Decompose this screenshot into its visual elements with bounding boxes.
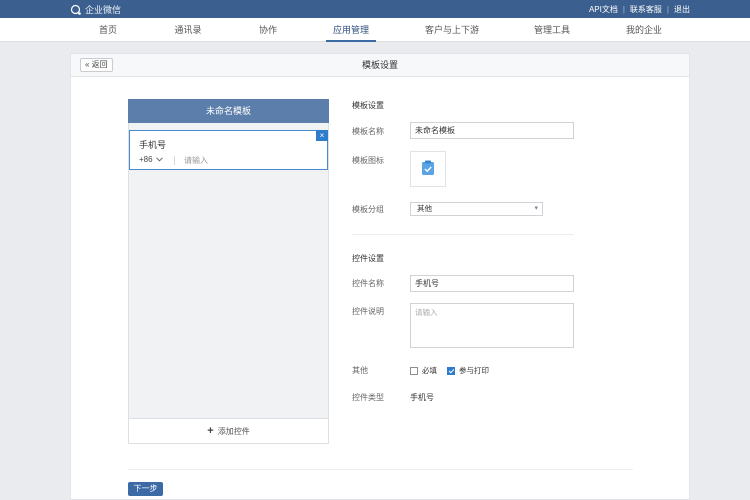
brand-name: 企业微信 bbox=[85, 5, 122, 15]
brand[interactable]: 企业微信 bbox=[70, 3, 121, 16]
country-code-select[interactable]: +86 bbox=[139, 155, 163, 164]
add-control-button[interactable]: + 添加控件 bbox=[128, 418, 329, 444]
country-code: +86 bbox=[139, 155, 153, 164]
template-group-value: 其他 bbox=[417, 204, 432, 213]
print-checkbox[interactable]: 参与打印 bbox=[447, 365, 489, 376]
page-title: 模板设置 bbox=[361, 60, 398, 70]
template-icon-picker[interactable] bbox=[410, 151, 446, 187]
logout-link[interactable]: 退出 bbox=[674, 4, 690, 15]
top-bar: 企业微信 API文档 | 联系客服 | 退出 bbox=[0, 0, 750, 18]
template-name-input[interactable]: 未命名模板 bbox=[410, 122, 574, 139]
add-control-label: 添加控件 bbox=[217, 426, 250, 436]
main-nav: 首页 通讯录 协作 应用管理 客户与上下游 管理工具 我的企业 bbox=[0, 18, 750, 42]
nav-collaboration[interactable]: 协作 bbox=[250, 18, 286, 42]
wecom-logo-icon bbox=[70, 4, 82, 16]
print-label: 参与打印 bbox=[459, 366, 489, 375]
template-settings-title: 模板设置 bbox=[352, 101, 384, 110]
api-docs-link[interactable]: API文档 bbox=[589, 4, 618, 15]
control-settings-title: 控件设置 bbox=[352, 254, 384, 263]
required-checkbox[interactable]: 必填 bbox=[410, 365, 437, 376]
contact-support-link[interactable]: 联系客服 bbox=[630, 4, 662, 15]
preview-header: 未命名模板 bbox=[128, 99, 329, 123]
divider bbox=[352, 234, 574, 235]
chevron-down-icon bbox=[155, 155, 163, 164]
remove-control-button[interactable]: × bbox=[316, 130, 328, 141]
template-group-label: 模板分组 bbox=[352, 205, 384, 214]
template-icon-label: 模板图标 bbox=[352, 156, 384, 165]
control-name-input[interactable]: 手机号 bbox=[410, 275, 574, 292]
control-description-label: 控件说明 bbox=[352, 307, 384, 316]
divider bbox=[174, 156, 175, 165]
separator: | bbox=[622, 5, 625, 14]
control-type-label: 控件类型 bbox=[352, 393, 384, 402]
nav-contacts[interactable]: 通讯录 bbox=[170, 18, 206, 42]
phone-control-card[interactable]: × 手机号 +86 请输入 bbox=[129, 130, 328, 170]
checkbox-checked-icon bbox=[447, 366, 455, 375]
nav-home[interactable]: 首页 bbox=[90, 18, 126, 42]
template-preview: 未命名模板 × 手机号 +86 请输入 bbox=[128, 99, 329, 444]
top-links: API文档 | 联系客服 | 退出 bbox=[589, 4, 690, 15]
phone-input-placeholder: 请输入 bbox=[184, 156, 208, 165]
control-description-textarea[interactable]: 请输入 bbox=[410, 303, 574, 348]
control-label: 手机号 bbox=[139, 140, 167, 150]
card-header: 模板设置 « 返回 bbox=[71, 54, 689, 77]
template-name-label: 模板名称 bbox=[352, 127, 384, 136]
required-label: 必填 bbox=[422, 366, 437, 375]
nav-app-management[interactable]: 应用管理 bbox=[326, 18, 376, 42]
nav-customers-partners[interactable]: 客户与上下游 bbox=[422, 18, 482, 42]
separator: | bbox=[666, 5, 669, 14]
control-type-value: 手机号 bbox=[410, 393, 434, 402]
other-label: 其他 bbox=[352, 366, 368, 375]
clipboard-check-icon bbox=[421, 160, 435, 178]
plus-icon: + bbox=[207, 425, 214, 437]
divider bbox=[128, 469, 633, 470]
nav-management-tools[interactable]: 管理工具 bbox=[530, 18, 574, 42]
dropdown-arrow-icon: ▾ bbox=[534, 205, 538, 212]
checkbox-unchecked bbox=[410, 366, 418, 375]
template-settings-card: 模板设置 « 返回 未命名模板 × 手机号 +86 请输入 + 添加控件 模板设… bbox=[70, 53, 690, 500]
nav-my-enterprise[interactable]: 我的企业 bbox=[622, 18, 666, 42]
template-group-select[interactable]: 其他 ▾ bbox=[410, 202, 543, 216]
control-name-label: 控件名称 bbox=[352, 279, 384, 288]
back-button[interactable]: « 返回 bbox=[80, 58, 113, 72]
next-step-button[interactable]: 下一步 bbox=[128, 482, 163, 496]
